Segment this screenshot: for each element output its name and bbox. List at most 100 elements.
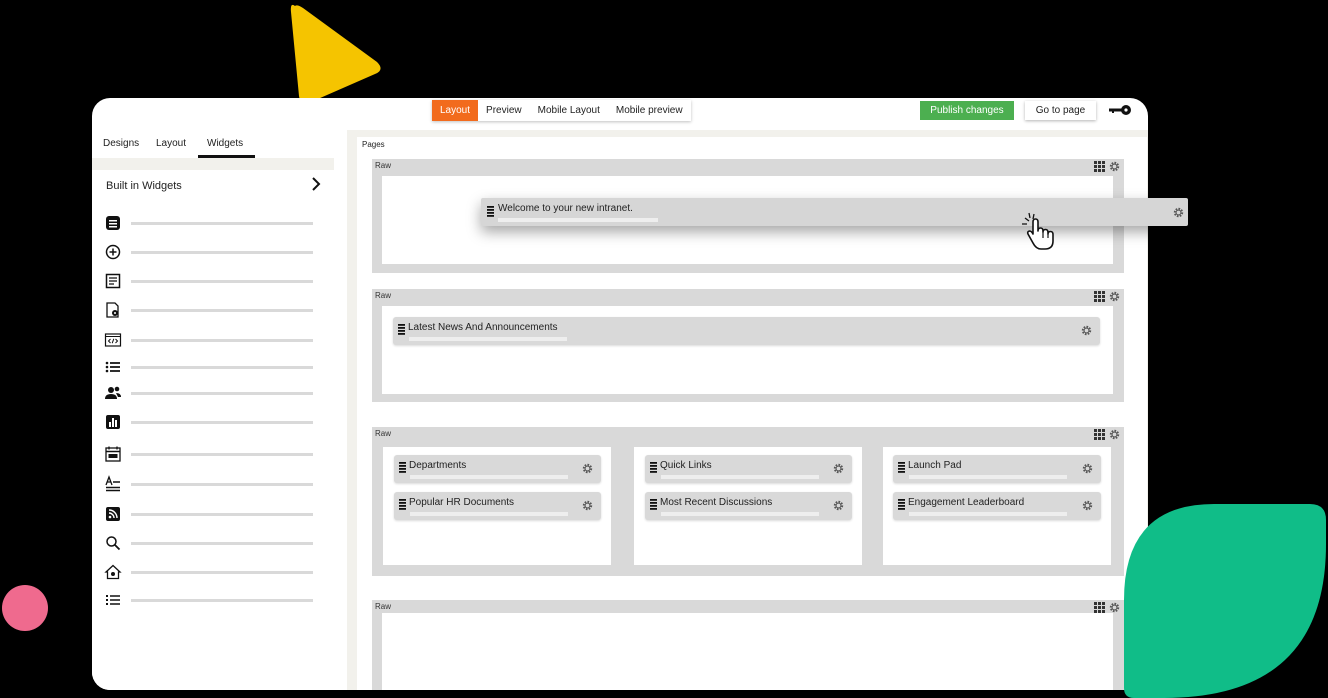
gear-icon[interactable] — [1173, 207, 1184, 218]
widget-item-calendar[interactable] — [104, 445, 314, 463]
gear-icon[interactable] — [1109, 161, 1120, 172]
tab-designs[interactable]: Designs — [103, 138, 139, 149]
widget-item-document[interactable] — [104, 272, 314, 290]
widget-card[interactable]: Latest News And Announcements — [393, 317, 1100, 345]
drag-handle-icon[interactable] — [650, 462, 657, 473]
active-tab-indicator — [198, 155, 255, 158]
widget-item-code[interactable] — [104, 331, 314, 349]
widget-item-numbered-list[interactable] — [104, 591, 314, 609]
widget-item-file-settings[interactable] — [104, 301, 314, 319]
row-label: Raw — [375, 161, 392, 170]
bar-chart-icon — [106, 415, 120, 429]
bullet-list-icon — [105, 361, 120, 373]
gear-icon[interactable] — [1109, 291, 1120, 302]
chevron-right-icon[interactable] — [310, 177, 322, 191]
grid-icon[interactable] — [1094, 291, 1105, 302]
gear-icon[interactable] — [1082, 500, 1093, 511]
widget-item-users[interactable] — [104, 384, 314, 402]
widget-item-placeholder — [131, 309, 313, 312]
widget-item-placeholder — [131, 339, 313, 342]
widget-card[interactable]: Engagement Leaderboard — [893, 492, 1101, 520]
row-column[interactable]: Quick Links Most Recent Discussions — [634, 447, 862, 565]
tab-mobile-layout[interactable]: Mobile Layout — [530, 100, 608, 121]
widget-item-placeholder — [131, 421, 313, 424]
list-box-icon — [106, 216, 120, 230]
widget-placeholder-line — [498, 218, 658, 222]
widget-item-rss[interactable] — [104, 505, 314, 523]
drag-handle-icon[interactable] — [399, 499, 406, 510]
widget-item-house[interactable] — [104, 563, 314, 581]
row-label: Raw — [375, 602, 392, 611]
document-icon — [105, 273, 121, 289]
gear-icon[interactable] — [1081, 325, 1092, 336]
row-drop-zone[interactable]: Latest News And Announcements — [382, 306, 1113, 394]
widget-title: Quick Links — [660, 460, 712, 471]
widget-item-search[interactable] — [104, 534, 314, 552]
widget-card[interactable]: Popular HR Documents — [394, 492, 601, 520]
grid-icon[interactable] — [1094, 602, 1105, 613]
text-align-icon — [105, 475, 120, 492]
widget-item-placeholder — [131, 366, 313, 369]
users-icon — [105, 386, 121, 399]
widget-item-placeholder — [131, 571, 313, 574]
widget-item-text-align[interactable] — [104, 475, 314, 493]
go-to-page-button[interactable]: Go to page — [1025, 101, 1096, 120]
decorative-yellow-triangle — [290, 4, 381, 105]
widget-card[interactable]: Launch Pad — [893, 455, 1101, 483]
grid-icon[interactable] — [1094, 429, 1105, 440]
widget-card[interactable]: Departments — [394, 455, 601, 483]
tab-preview[interactable]: Preview — [478, 100, 530, 121]
gear-icon[interactable] — [1109, 602, 1120, 613]
gear-icon[interactable] — [1109, 429, 1120, 440]
file-settings-icon — [106, 302, 119, 318]
stage: Layout Preview Mobile Layout Mobile prev… — [0, 0, 1328, 698]
widget-placeholder-line — [409, 337, 567, 341]
dragging-widget[interactable]: Welcome to your new intranet. — [481, 198, 1188, 226]
widget-placeholder-line — [410, 512, 568, 516]
layout-row[interactable]: Raw — [372, 600, 1124, 690]
tab-layout-panel[interactable]: Layout — [156, 138, 186, 149]
view-tabs: Layout Preview Mobile Layout Mobile prev… — [432, 100, 691, 121]
widget-title: Latest News And Announcements — [408, 322, 558, 333]
row-controls — [1094, 429, 1120, 440]
gear-icon[interactable] — [582, 463, 593, 474]
tab-mobile-preview[interactable]: Mobile preview — [608, 100, 691, 121]
widget-item-placeholder — [131, 222, 313, 225]
widget-item-bar-chart[interactable] — [104, 413, 314, 431]
pages-label: Pages — [362, 140, 385, 149]
grid-icon[interactable] — [1094, 161, 1105, 172]
widget-item-placeholder — [131, 392, 313, 395]
widget-item-plus-circle[interactable] — [104, 243, 314, 261]
widget-item-list-box[interactable] — [104, 214, 314, 232]
calendar-icon — [105, 446, 121, 462]
gear-icon[interactable] — [582, 500, 593, 511]
widget-item-bullet-list[interactable] — [104, 358, 314, 376]
drag-handle-icon[interactable] — [398, 324, 405, 335]
gear-icon[interactable] — [1082, 463, 1093, 474]
drag-handle-icon[interactable] — [650, 499, 657, 510]
key-icon[interactable] — [1108, 104, 1132, 116]
tab-layout[interactable]: Layout — [432, 100, 479, 121]
row-column[interactable]: Launch Pad Engagement Leaderboard — [883, 447, 1111, 565]
layout-row[interactable]: Raw Departments Popular HR Documents Qui… — [372, 427, 1124, 576]
gear-icon[interactable] — [833, 463, 844, 474]
layout-row[interactable]: Raw Latest News And Announcements — [372, 289, 1124, 402]
tab-widgets[interactable]: Widgets — [207, 138, 243, 149]
drag-handle-icon[interactable] — [898, 462, 905, 473]
gear-icon[interactable] — [833, 500, 844, 511]
row-drop-zone[interactable] — [382, 613, 1113, 690]
widget-card[interactable]: Most Recent Discussions — [645, 492, 852, 520]
widget-item-placeholder — [131, 599, 313, 602]
decorative-green-leaf — [1124, 504, 1326, 698]
widget-placeholder-line — [661, 512, 819, 516]
widget-placeholder-line — [909, 475, 1067, 479]
row-column[interactable]: Departments Popular HR Documents — [383, 447, 611, 565]
drag-handle-icon[interactable] — [487, 206, 494, 217]
widget-card[interactable]: Quick Links — [645, 455, 852, 483]
drag-handle-icon[interactable] — [898, 499, 905, 510]
publish-changes-button[interactable]: Publish changes — [920, 101, 1014, 120]
row-controls — [1094, 161, 1120, 172]
widget-item-placeholder — [131, 280, 313, 283]
left-panel: Designs Layout Widgets Built in Widgets — [92, 130, 334, 690]
drag-handle-icon[interactable] — [399, 462, 406, 473]
